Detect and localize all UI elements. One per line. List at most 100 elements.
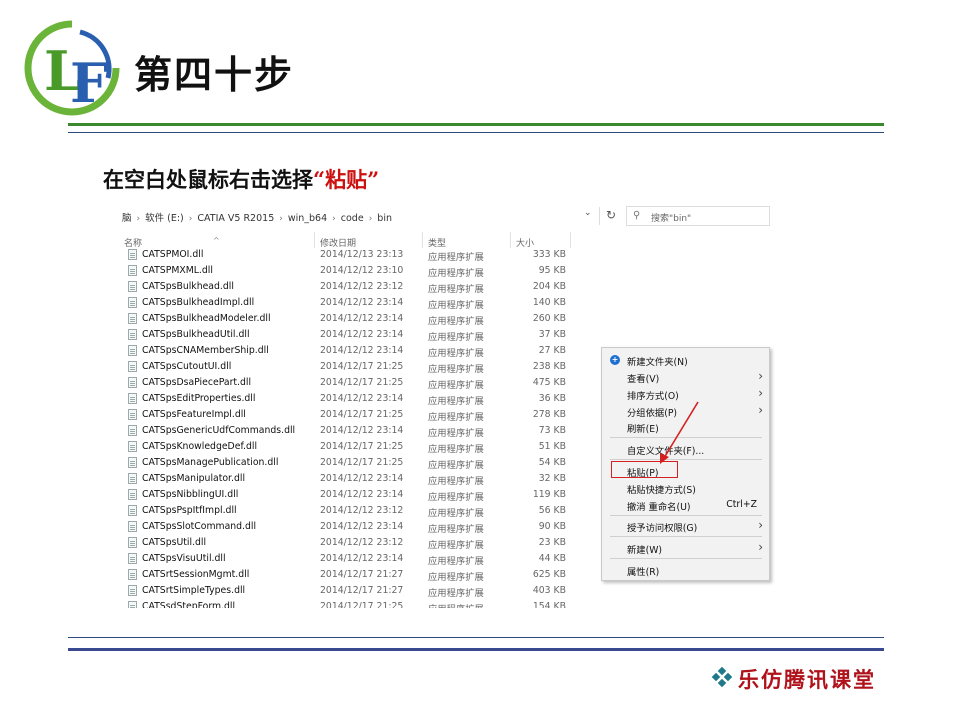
file-icon <box>128 409 137 420</box>
file-size: 32 KB <box>538 473 566 484</box>
file-row[interactable]: CATSpsGenericUdfCommands.dll 2014/12/12 2… <box>118 423 578 439</box>
address-dropdown-icon[interactable]: ⌄ <box>584 208 592 218</box>
file-modified: 2014/12/12 23:12 <box>320 505 404 516</box>
search-placeholder: 搜索"bin" <box>651 214 692 224</box>
file-icon <box>128 393 137 404</box>
file-name: CATSpsBulkheadModeler.dll <box>142 313 271 324</box>
new-folder-icon: + <box>610 355 620 365</box>
file-size: 403 KB <box>532 585 566 596</box>
menu-item-new[interactable]: 新建(W) › <box>602 540 769 556</box>
file-modified: 2014/12/12 23:14 <box>320 345 404 356</box>
file-name: CATSrtSessionMgmt.dll <box>142 569 250 580</box>
file-name: CATSpsManipulator.dll <box>142 473 246 484</box>
menu-shortcut: Ctrl+Z <box>726 499 757 510</box>
file-icon <box>128 441 137 452</box>
file-type: 应用程序扩展 <box>428 428 484 439</box>
file-row[interactable]: CATSpsManagePublication.dll 2014/12/17 21… <box>118 455 578 471</box>
file-row[interactable]: CATSpsCutoutUI.dll 2014/12/17 21:25 应用程序扩展… <box>118 359 578 375</box>
breadcrumb-separator-icon[interactable]: › <box>189 214 193 224</box>
file-row[interactable]: CATSrtSessionMgmt.dll 2014/12/17 21:27 应用程… <box>118 567 578 583</box>
menu-item-grant-access[interactable]: 授予访问权限(G) › <box>602 518 769 534</box>
file-icon <box>128 585 137 596</box>
slide-title: 第四十步 <box>134 53 295 97</box>
address-divider <box>599 207 600 225</box>
file-name: CATSpsCNAMemberShip.dll <box>142 345 269 356</box>
brand-diamond-icon <box>712 667 732 687</box>
file-modified: 2014/12/12 23:12 <box>320 281 404 292</box>
file-size: 475 KB <box>532 377 566 388</box>
menu-label: 新建(W) <box>627 545 663 556</box>
file-size: 73 KB <box>538 425 566 436</box>
address-bar[interactable]: 脑 › 软件 (E:) › CATIA V5 R2015 › win_b64 › code › bi… <box>118 202 770 230</box>
file-type: 应用程序扩展 <box>428 348 484 359</box>
file-modified: 2014/12/12 23:14 <box>320 521 404 532</box>
menu-item-undo-rename[interactable]: 撤消 重命名(U) Ctrl+Z <box>602 497 769 513</box>
chevron-right-icon: › <box>758 369 763 383</box>
file-row[interactable]: CATSpsFeatureImpl.dll 2014/12/17 21:25 应用程… <box>118 407 578 423</box>
file-row[interactable]: CATSpsBulkheadUtil.dll 2014/12/12 23:14 应用… <box>118 327 578 343</box>
breadcrumb-item[interactable]: CATIA V5 R2015 <box>197 213 274 224</box>
file-name: CATSsdStepForm.dll <box>142 601 236 608</box>
file-row[interactable]: CATSpsBulkhead.dll 2014/12/12 23:12 应用程序扩展… <box>118 279 578 295</box>
file-row[interactable]: CATSpsCNAMemberShip.dll 2014/12/12 23:14 应… <box>118 343 578 359</box>
menu-item-properties[interactable]: 属性(R) <box>602 562 769 578</box>
file-row[interactable]: CATSrtSimpleTypes.dll 2014/12/17 21:27 应用程… <box>118 583 578 599</box>
file-modified: 2014/12/12 23:12 <box>320 537 404 548</box>
file-row[interactable]: CATSpsNibblingUI.dll 2014/12/12 23:14 应用程序… <box>118 487 578 503</box>
menu-separator <box>610 536 762 537</box>
breadcrumb-item[interactable]: 脑 <box>122 213 132 224</box>
menu-item-new-folder[interactable]: + 新建文件夹(N) <box>602 352 769 368</box>
breadcrumb-separator-icon[interactable]: › <box>279 214 283 224</box>
file-modified: 2014/12/12 23:14 <box>320 553 404 564</box>
file-type: 应用程序扩展 <box>428 588 484 599</box>
breadcrumb-separator-icon[interactable]: › <box>332 214 336 224</box>
file-type: 应用程序扩展 <box>428 524 484 535</box>
file-row[interactable]: CATSpsKnowledgeDef.dll 2014/12/17 21:25 应用… <box>118 439 578 455</box>
file-row[interactable]: CATSpsPspItfImpl.dll 2014/12/12 23:12 应用程序… <box>118 503 578 519</box>
file-row[interactable]: CATSpsBulkheadImpl.dll 2014/12/12 23:14 应用… <box>118 295 578 311</box>
menu-label: 属性(R) <box>627 567 660 578</box>
file-row[interactable]: CATSpsEditProperties.dll 2014/12/12 23:14… <box>118 391 578 407</box>
file-icon <box>128 569 137 580</box>
search-input[interactable]: ⚲ 搜索"bin" <box>626 206 770 226</box>
file-row[interactable]: CATSPMXML.dll 2014/12/12 23:10 应用程序扩展 95 KB <box>118 263 578 279</box>
file-row[interactable]: CATSpsBulkheadModeler.dll 2014/12/12 23:1… <box>118 311 578 327</box>
file-row[interactable]: CATSpsDsaPiecePart.dll 2014/12/17 21:25 应用… <box>118 375 578 391</box>
file-icon <box>128 297 137 308</box>
file-icon <box>128 473 137 484</box>
file-row[interactable]: CATSpsUtil.dll 2014/12/12 23:12 应用程序扩展 23 K… <box>118 535 578 551</box>
file-name: CATSpsEditProperties.dll <box>142 393 256 404</box>
file-icon <box>128 361 137 372</box>
refresh-icon[interactable]: ↻ <box>606 208 616 222</box>
file-size: 56 KB <box>538 505 566 516</box>
file-row[interactable]: CATSpsSlotCommand.dll 2014/12/12 23:14 应用程… <box>118 519 578 535</box>
breadcrumb-separator-icon[interactable]: › <box>137 214 141 224</box>
file-name: CATSpsBulkhead.dll <box>142 281 234 292</box>
file-size: 260 KB <box>532 313 566 324</box>
file-row[interactable]: CATSPMOI.dll 2014/12/13 23:13 应用程序扩展 333 KB <box>118 247 578 263</box>
file-size: 154 KB <box>532 601 566 608</box>
file-row[interactable]: CATSpsVisuUtil.dll 2014/12/12 23:14 应用程序扩展… <box>118 551 578 567</box>
file-type: 应用程序扩展 <box>428 300 484 311</box>
breadcrumb-item[interactable]: bin <box>377 213 392 224</box>
top-rule-green <box>68 123 884 126</box>
file-name: CATSpsCutoutUI.dll <box>142 361 232 372</box>
lf-logo: L F <box>24 20 120 116</box>
breadcrumb-item[interactable]: 软件 (E:) <box>145 213 184 224</box>
file-icon <box>128 457 137 468</box>
file-type: 应用程序扩展 <box>428 492 484 503</box>
breadcrumb-item[interactable]: win_b64 <box>288 213 327 224</box>
file-type: 应用程序扩展 <box>428 540 484 551</box>
breadcrumb-item[interactable]: code <box>341 213 364 224</box>
file-type: 应用程序扩展 <box>428 412 484 423</box>
file-name: CATSpsGenericUdfCommands.dll <box>142 425 296 436</box>
file-name: CATSrtSimpleTypes.dll <box>142 585 246 596</box>
breadcrumb-separator-icon[interactable]: › <box>369 214 373 224</box>
menu-item-view[interactable]: 查看(V) › <box>602 369 769 385</box>
chevron-right-icon: › <box>758 540 763 554</box>
menu-item-paste-shortcut[interactable]: 粘贴快捷方式(S) <box>602 480 769 496</box>
file-row[interactable]: CATSpsManipulator.dll 2014/12/12 23:14 应用程… <box>118 471 578 487</box>
file-modified: 2014/12/17 21:25 <box>320 441 404 452</box>
file-type: 应用程序扩展 <box>428 284 484 295</box>
file-row[interactable]: CATSsdStepForm.dll 2014/12/17 21:25 应用程序扩展… <box>118 599 578 608</box>
